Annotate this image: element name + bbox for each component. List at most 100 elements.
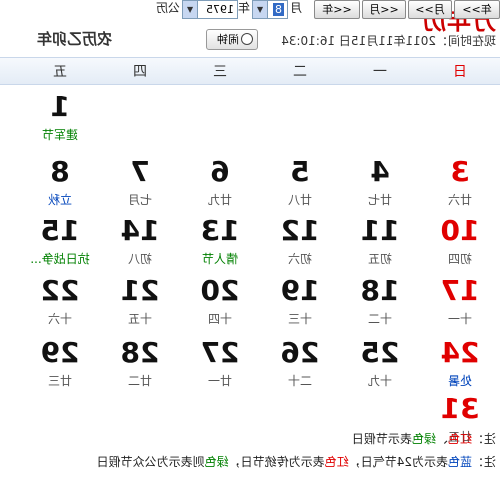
month-select[interactable]: 8 ▼	[252, 0, 288, 19]
lunar-label: 初三	[0, 191, 20, 208]
day-number: 6	[210, 155, 230, 188]
day-number: 21	[120, 274, 160, 307]
day-cell[interactable]: 21 十五	[100, 272, 180, 342]
day-number: 15	[40, 214, 80, 247]
day-number: 10	[440, 214, 480, 247]
legend-note-1: 注：红色、绿色表示节假日	[352, 430, 496, 447]
day-cell[interactable]: 22 十六	[20, 272, 100, 342]
year-label: 年	[237, 1, 250, 15]
legend-text: 注：	[471, 432, 496, 446]
day-cell[interactable]: 17 十一	[420, 272, 500, 342]
prev-month-button[interactable]: <<月	[362, 0, 406, 19]
month-select-value: 8	[273, 3, 284, 16]
day-number: 8	[50, 155, 70, 188]
lunar-label: 廿一	[208, 374, 233, 388]
alarm-button[interactable]: 闹钟	[206, 29, 258, 50]
day-cell[interactable]: 1 建军节	[20, 88, 100, 158]
day-number: 3	[450, 155, 470, 188]
day-number: 25	[360, 336, 400, 369]
day-number: 31	[440, 392, 480, 425]
day-cell[interactable]: 26 二十	[260, 334, 340, 404]
day-cell[interactable]: 19 十三	[260, 272, 340, 342]
legend-text: 表示为24节气日，	[348, 455, 448, 469]
weekday-header-cell: 五	[53, 64, 67, 80]
day-number: 2	[0, 91, 20, 123]
lunar-label: 十五	[128, 312, 153, 326]
day-number: 7	[130, 155, 150, 188]
lunar-label: 初十	[0, 250, 20, 267]
lunar-label: 廿二	[128, 374, 153, 388]
lunar-label: 十一	[448, 312, 473, 326]
lunar-year: 农历乙卯年	[36, 30, 112, 48]
day-cell[interactable]: 28 廿二	[100, 334, 180, 404]
day-number: 18	[360, 274, 400, 307]
day-number: 19	[280, 274, 320, 307]
day-number: 14	[120, 214, 160, 247]
lunar-label: 廿三	[48, 374, 73, 388]
legend-text: 红色	[324, 455, 349, 469]
lunar-label: 十四	[208, 312, 233, 326]
next-month-button[interactable]: 月>>	[408, 0, 452, 19]
weekday-header-cell: 日	[453, 64, 467, 80]
day-cell[interactable]: 2 廿六	[0, 88, 20, 158]
clock-icon	[241, 33, 253, 45]
legend-text: 绿色	[411, 432, 436, 446]
calendar-type-label: 公历	[155, 1, 180, 15]
lunar-label: 情人节	[202, 252, 239, 266]
day-number: 12	[280, 214, 320, 247]
year-select[interactable]: 1975 ▼	[182, 0, 238, 19]
day-cell[interactable]: 27 廿一	[180, 334, 260, 404]
lunar-label: 处暑	[448, 374, 473, 388]
lunar-label: 初六	[288, 252, 313, 266]
lunar-label: 初五	[368, 252, 393, 266]
lunar-label: 二十	[288, 374, 313, 388]
weekday-header-cell: 二	[293, 64, 307, 80]
day-number: 5	[290, 155, 310, 188]
day-number: 26	[280, 336, 320, 369]
toolbar: 万年历 公历 1975 ▼ 年 8 ▼ 月 <<年 <<月 月>> 年>>	[0, 0, 500, 35]
month-label: 月	[289, 1, 302, 15]
day-number: 11	[360, 214, 400, 247]
weekday-header-cell: 一	[373, 64, 387, 80]
weekday-header: 日一二三四五六	[0, 57, 500, 85]
lunar-label: 建军节	[42, 128, 79, 142]
day-number: 23	[0, 275, 20, 307]
legend-text: 表示节假日	[351, 432, 412, 446]
lunar-label: 十六	[48, 312, 73, 326]
weekday-header-cell: 三	[213, 64, 227, 80]
legend-text: 则表示为公众节假日	[96, 455, 205, 469]
weekday-header-cell: 四	[133, 64, 147, 80]
legend-text: 表示为传统节日，	[228, 455, 325, 469]
day-cell[interactable]: 30 廿四	[0, 334, 20, 404]
day-number: 9	[0, 156, 20, 188]
chevron-down-icon: ▼	[253, 1, 268, 18]
legend-text: 绿色	[204, 455, 229, 469]
weekday-header-cell: 六	[0, 58, 20, 86]
legend-text: 蓝色	[447, 455, 472, 469]
current-time: 现在时间：2011年11月15日 16:10:34	[281, 34, 496, 48]
legend-text: 、	[435, 432, 448, 446]
info-bar: 农历乙卯年 闹钟 现在时间：2011年11月15日 16:10:34	[0, 24, 500, 56]
day-cell[interactable]: 29 廿三	[20, 334, 100, 404]
lunar-label: 十二	[368, 312, 393, 326]
legend-text: 注：	[471, 455, 496, 469]
lunar-label: 廿六	[448, 193, 473, 207]
lunar-label: 廿九	[208, 193, 233, 207]
prev-year-button[interactable]: <<年	[314, 0, 360, 19]
day-cell[interactable]: 23 十七	[0, 272, 20, 342]
day-cell[interactable]: 18 十二	[340, 272, 420, 342]
day-number: 1	[50, 90, 70, 123]
lunar-label: 抗日战争...	[30, 252, 90, 266]
day-number: 27	[200, 336, 240, 369]
year-select-value: 1975	[206, 3, 234, 16]
lunar-label: 初八	[128, 252, 153, 266]
lunar-label: 廿八	[288, 193, 313, 207]
lunar-label: 立秋	[48, 193, 73, 207]
day-cell[interactable]: 25 十九	[340, 334, 420, 404]
day-number: 13	[200, 214, 240, 247]
day-cell[interactable]: 31 廿五	[420, 390, 500, 460]
day-cell[interactable]: 20 十四	[180, 272, 260, 342]
lunar-label: 廿四	[0, 372, 20, 389]
lunar-label: 初四	[448, 252, 473, 266]
next-year-button[interactable]: 年>>	[454, 0, 500, 19]
